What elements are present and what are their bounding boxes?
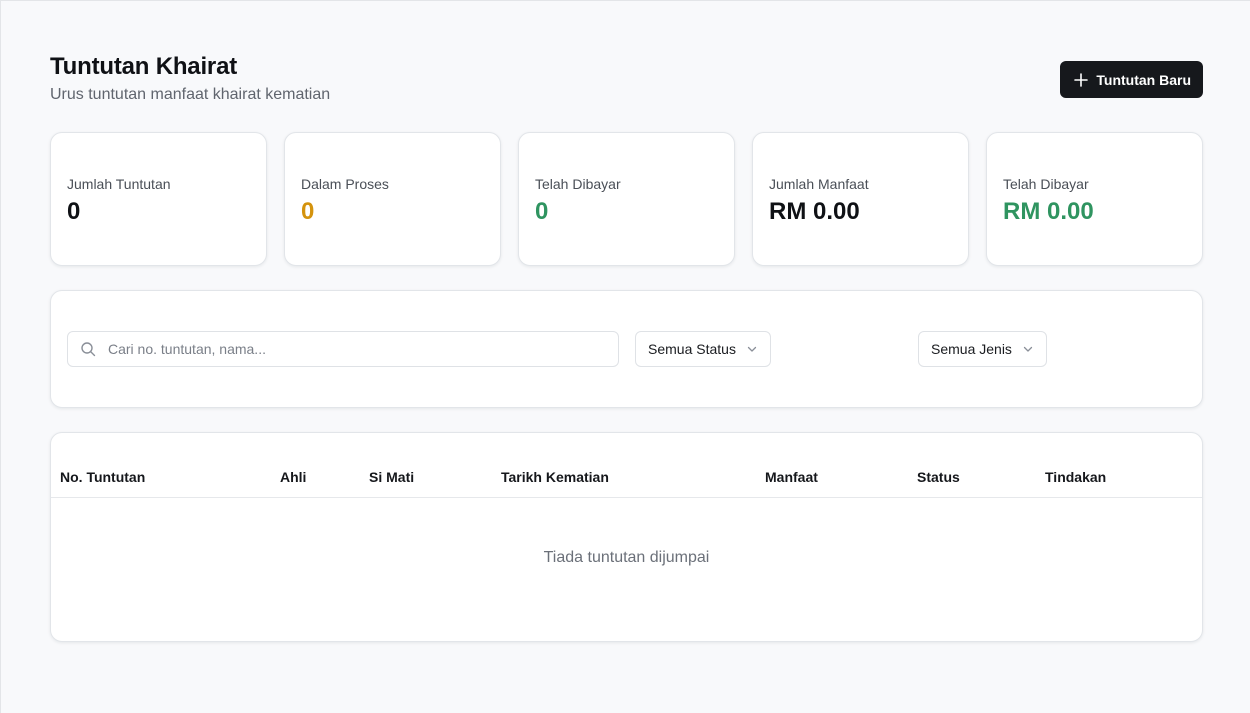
filter-card: Semua Status Semua Jenis xyxy=(50,290,1203,408)
table-header: No. Tuntutan Ahli Si Mati Tarikh Kematia… xyxy=(51,433,1202,498)
new-claim-button-label: Tuntutan Baru xyxy=(1096,71,1191,88)
column-header-deceased: Si Mati xyxy=(369,469,415,485)
search-box[interactable] xyxy=(67,331,619,367)
stat-value: 0 xyxy=(301,198,315,225)
status-filter-value: Semua Status xyxy=(648,341,736,357)
stat-card-total-benefit: Jumlah Manfaat RM 0.00 xyxy=(752,132,969,266)
stat-card-paid-amount: Telah Dibayar RM 0.00 xyxy=(986,132,1203,266)
claims-page: Tuntutan Khairat Urus tuntutan manfaat k… xyxy=(50,51,1203,642)
stat-value: RM 0.00 xyxy=(1003,198,1094,225)
new-claim-button[interactable]: Tuntutan Baru xyxy=(1060,61,1203,98)
column-header-status: Status xyxy=(917,469,960,485)
stat-value: 0 xyxy=(535,198,549,225)
stat-card-paid-count: Telah Dibayar 0 xyxy=(518,132,735,266)
empty-state-message: Tiada tuntutan dijumpai xyxy=(543,549,710,566)
chevron-down-icon xyxy=(747,346,757,352)
column-header-member: Ahli xyxy=(280,469,307,485)
chevron-down-icon xyxy=(1023,346,1033,352)
app-frame: Tuntutan Khairat Urus tuntutan manfaat k… xyxy=(0,0,1250,713)
page-title: Tuntutan Khairat xyxy=(50,53,238,80)
column-header-actions: Tindakan xyxy=(1045,469,1107,485)
stat-label: Telah Dibayar xyxy=(1003,176,1089,192)
stat-label: Telah Dibayar xyxy=(535,176,621,192)
plus-icon xyxy=(1074,72,1089,87)
stat-label: Jumlah Tuntutan xyxy=(67,176,171,192)
column-header-claim-no: No. Tuntutan xyxy=(60,469,146,485)
stat-card-in-process: Dalam Proses 0 xyxy=(284,132,501,266)
stat-value: 0 xyxy=(67,198,81,225)
type-filter-select[interactable]: Semua Jenis xyxy=(918,331,1047,367)
status-filter-select[interactable]: Semua Status xyxy=(635,331,771,367)
claims-table: No. Tuntutan Ahli Si Mati Tarikh Kematia… xyxy=(50,432,1203,642)
page-subtitle: Urus tuntutan manfaat khairat kematian xyxy=(50,86,331,103)
stat-card-total-claims: Jumlah Tuntutan 0 xyxy=(50,132,267,266)
stats-row: Jumlah Tuntutan 0 Dalam Proses 0 Telah D… xyxy=(50,132,1203,266)
column-header-benefit: Manfaat xyxy=(765,469,818,485)
page-header: Tuntutan Khairat Urus tuntutan manfaat k… xyxy=(50,51,1203,106)
stat-value: RM 0.00 xyxy=(769,198,860,225)
search-input[interactable] xyxy=(108,341,618,357)
column-header-date-of-death: Tarikh Kematian xyxy=(501,469,609,485)
search-icon xyxy=(81,342,96,357)
stat-label: Dalam Proses xyxy=(301,176,389,192)
type-filter-value: Semua Jenis xyxy=(931,341,1012,357)
stat-label: Jumlah Manfaat xyxy=(769,176,869,192)
header-text: Tuntutan Khairat Urus tuntutan manfaat k… xyxy=(50,51,330,106)
